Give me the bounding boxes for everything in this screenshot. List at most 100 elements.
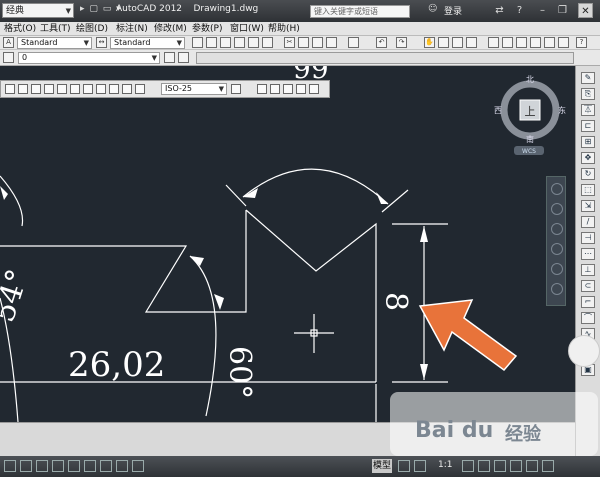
grid-icon[interactable] xyxy=(20,460,32,472)
block-icon[interactable] xyxy=(348,37,359,48)
join-icon[interactable]: ⊂ xyxy=(581,280,595,292)
offset-icon[interactable]: ⊏ xyxy=(581,120,595,132)
save-icon[interactable] xyxy=(220,37,231,48)
showmotion-icon[interactable] xyxy=(551,263,563,275)
fillet-icon[interactable]: ⌒ xyxy=(581,312,595,324)
login-label[interactable]: 登录 xyxy=(444,4,462,17)
menu-modify[interactable]: 修改(M) xyxy=(154,23,187,35)
sheet-set-icon[interactable] xyxy=(530,37,541,48)
copy-icon[interactable]: ⎘ xyxy=(581,88,595,100)
array-icon[interactable]: ⊞ xyxy=(581,136,595,148)
erase-icon[interactable]: ✎ xyxy=(581,72,595,84)
menu-parametric[interactable]: 参数(P) xyxy=(192,23,222,35)
break-icon[interactable]: ⊥ xyxy=(581,264,595,276)
redo-icon[interactable]: ↷ xyxy=(396,37,407,48)
dim-ordinate-icon[interactable] xyxy=(44,84,54,94)
isolate-icon[interactable] xyxy=(526,460,538,472)
drawing-canvas[interactable]: 99° 54° 60° 8 26,02 ISO-25 ▼ 上 北 南 东 西 W… xyxy=(0,66,575,422)
paste-icon[interactable] xyxy=(312,37,323,48)
preview-icon[interactable] xyxy=(248,37,259,48)
ducs-icon[interactable] xyxy=(100,460,112,472)
text-style-icon[interactable]: A xyxy=(3,37,14,48)
steering-wheel-icon[interactable] xyxy=(551,183,563,195)
dim-quick-icon[interactable] xyxy=(109,84,119,94)
dim-style-icon[interactable]: ↔ xyxy=(96,37,107,48)
dim-baseline-icon[interactable] xyxy=(122,84,132,94)
bring-above-icon[interactable] xyxy=(296,84,306,94)
layer-select[interactable]: 0 ▼ xyxy=(18,52,160,64)
menu-format[interactable]: 格式(O) xyxy=(4,23,36,35)
search-input[interactable]: 键入关键字或短语 xyxy=(310,5,410,18)
match-props-icon[interactable] xyxy=(326,37,337,48)
exchange-icon[interactable]: ⇄ xyxy=(492,3,507,18)
ortho-icon[interactable] xyxy=(36,460,48,472)
help-icon[interactable]: ? xyxy=(512,3,527,18)
clean-screen-icon[interactable] xyxy=(542,460,554,472)
dim-arclength-icon[interactable] xyxy=(31,84,41,94)
new-icon[interactable] xyxy=(192,37,203,48)
make-current-icon[interactable] xyxy=(164,52,175,63)
menu-tools[interactable]: 工具(T) xyxy=(40,23,71,35)
publish-icon[interactable] xyxy=(262,37,273,48)
send-back-icon[interactable] xyxy=(283,84,293,94)
zoom-window-icon[interactable] xyxy=(452,37,463,48)
tool-palettes-icon[interactable] xyxy=(516,37,527,48)
markup-icon[interactable] xyxy=(544,37,555,48)
annotation-visibility-icon[interactable] xyxy=(462,460,474,472)
osnap-icon[interactable] xyxy=(68,460,80,472)
dim-jogged-icon[interactable] xyxy=(70,84,80,94)
menu-draw[interactable]: 绘图(D) xyxy=(76,23,108,35)
dim-linear-icon[interactable] xyxy=(5,84,15,94)
dimstyle-select[interactable]: ISO-25 ▼ xyxy=(161,83,227,95)
nav-menu-icon[interactable] xyxy=(551,283,563,295)
dim-style-select[interactable]: Standard ▼ xyxy=(110,37,185,49)
polar-icon[interactable] xyxy=(52,460,64,472)
dim-radius-icon[interactable] xyxy=(57,84,67,94)
extend-icon[interactable]: ⊣ xyxy=(581,232,595,244)
design-center-icon[interactable] xyxy=(502,37,513,48)
snap-icon[interactable] xyxy=(4,460,16,472)
help-icon[interactable]: ? xyxy=(576,37,587,48)
stretch-icon[interactable]: ⇲ xyxy=(581,200,595,212)
lineweight-icon[interactable] xyxy=(132,460,144,472)
orbit-icon[interactable] xyxy=(551,243,563,255)
zoom-previous-icon[interactable] xyxy=(466,37,477,48)
user-icon[interactable]: ☺ xyxy=(428,4,437,14)
cut-icon[interactable]: ✂ xyxy=(284,37,295,48)
microphone-icon[interactable] xyxy=(568,335,600,367)
undo-icon[interactable]: ↶ xyxy=(376,37,387,48)
dim-angular-icon[interactable] xyxy=(96,84,106,94)
text-style-select[interactable]: Standard ▼ xyxy=(17,37,92,49)
viewcube[interactable]: 上 北 南 东 西 WCS xyxy=(492,72,568,156)
scale-icon[interactable]: ⬚ xyxy=(581,184,595,196)
bring-front-icon[interactable] xyxy=(270,84,280,94)
draw-order-icon[interactable] xyxy=(257,84,267,94)
chamfer-icon[interactable]: ⌐ xyxy=(581,296,595,308)
minimize-icon[interactable]: – xyxy=(535,3,550,18)
model-tab[interactable]: 模型 xyxy=(372,459,392,473)
otrack-icon[interactable] xyxy=(84,460,96,472)
workspace-select[interactable]: 经典 ▼ xyxy=(2,3,74,18)
copy-icon[interactable] xyxy=(298,37,309,48)
lock-icon[interactable] xyxy=(494,460,506,472)
dim-aligned-icon[interactable] xyxy=(18,84,28,94)
quick-view-icon[interactable] xyxy=(414,460,426,472)
mirror-icon[interactable]: ⏄ xyxy=(581,104,595,116)
close-icon[interactable]: ✕ xyxy=(578,3,593,18)
workspace-switch-icon[interactable] xyxy=(478,460,490,472)
send-under-icon[interactable] xyxy=(309,84,319,94)
open-icon[interactable] xyxy=(206,37,217,48)
dyn-icon[interactable] xyxy=(116,460,128,472)
zoom-icon[interactable] xyxy=(551,223,563,235)
dim-continue-icon[interactable] xyxy=(135,84,145,94)
pan-icon[interactable]: ✋ xyxy=(424,37,435,48)
layer-manager-icon[interactable] xyxy=(3,52,14,63)
break-point-icon[interactable]: ⋯ xyxy=(581,248,595,260)
rotate-icon[interactable]: ↻ xyxy=(581,168,595,180)
calculator-icon[interactable] xyxy=(558,37,569,48)
layer-previous-icon[interactable] xyxy=(178,52,189,63)
layout-icon[interactable] xyxy=(398,460,410,472)
annotation-scale[interactable]: 1:1 xyxy=(438,460,452,470)
dim-diameter-icon[interactable] xyxy=(83,84,93,94)
properties-icon[interactable] xyxy=(488,37,499,48)
